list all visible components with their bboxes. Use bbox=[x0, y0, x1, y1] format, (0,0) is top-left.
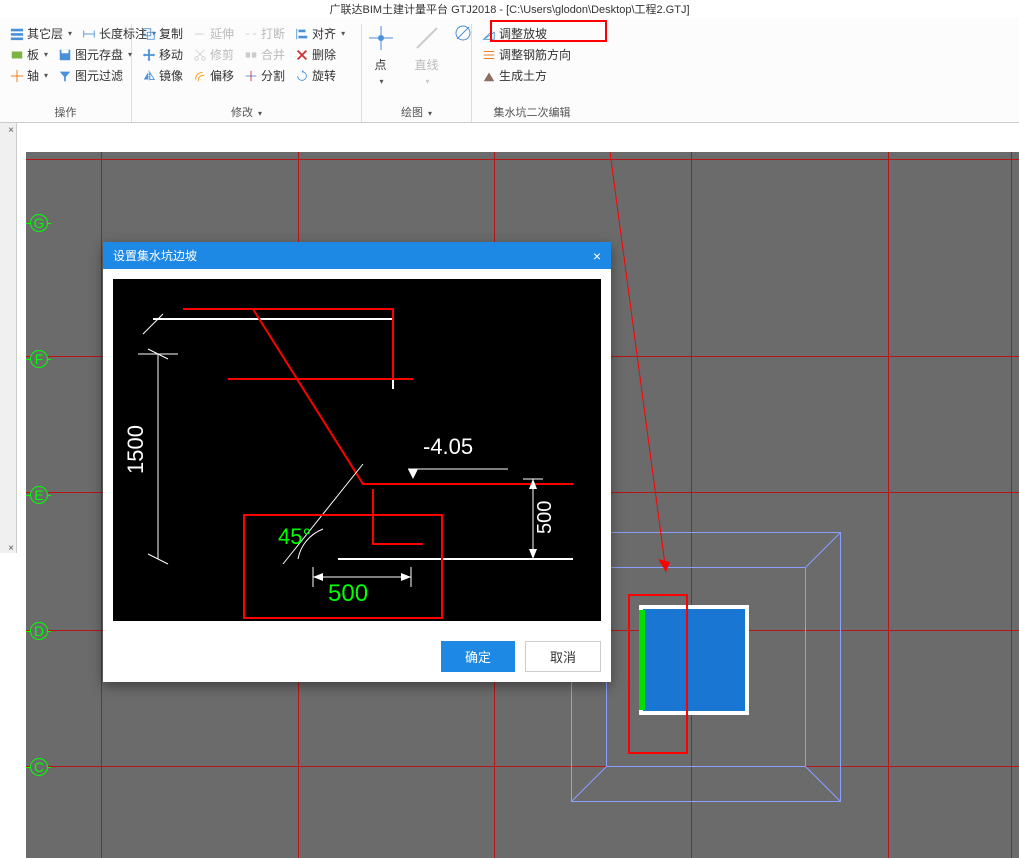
align-button[interactable]: 对齐▾ bbox=[293, 24, 347, 43]
elev-text: -4.05 bbox=[423, 434, 473, 459]
ok-button[interactable]: 确定 bbox=[441, 641, 515, 672]
trim-button: 修剪 bbox=[191, 45, 236, 64]
merge-button: 合并 bbox=[242, 45, 287, 64]
panel-close-icon-2[interactable]: × bbox=[8, 543, 14, 554]
axis-label-g: G bbox=[30, 214, 48, 232]
axis-label-f: F bbox=[30, 350, 48, 368]
axis-button[interactable]: 轴▾ bbox=[8, 66, 50, 85]
dialog-close-button[interactable]: × bbox=[593, 248, 601, 264]
panel-close-icon[interactable]: × bbox=[8, 125, 14, 136]
axis-label-e: E bbox=[30, 486, 48, 504]
window-title: 广联达BIM土建计量平台 GTJ2018 - [C:\Users\glodon\… bbox=[0, 0, 1019, 18]
break-button: 打断 bbox=[242, 24, 287, 43]
dim-500-v: 500 bbox=[534, 501, 556, 534]
highlight-dialog-values bbox=[243, 514, 443, 619]
ribbon-group-operate: 其它层▾ 长度标注▾ 板▾ 图元存盘▾ 轴▾ 图元过滤 操作 bbox=[0, 24, 132, 122]
filter-button[interactable]: 图元过滤 bbox=[56, 66, 125, 85]
point-button[interactable]: 点▾ bbox=[361, 24, 401, 86]
save-element-button[interactable]: 图元存盘▾ bbox=[56, 45, 134, 64]
copy-button[interactable]: 复制 bbox=[140, 24, 185, 43]
extend-button: 延伸 bbox=[191, 24, 236, 43]
other-floor-button[interactable]: 其它层▾ bbox=[8, 24, 74, 43]
ribbon-group-draw: 点▾ 直线▾ 绘图 ▾ bbox=[362, 24, 472, 122]
ribbon-group-modify: 复制 延伸 打断 对齐▾ 移动 修剪 合并 删除 镜像 偏移 分割 旋转 修改 … bbox=[132, 24, 362, 122]
left-panel-collapsed[interactable]: × × bbox=[0, 123, 17, 553]
axis-label-c: C bbox=[30, 758, 48, 776]
offset-button[interactable]: 偏移 bbox=[191, 66, 236, 85]
group-label-modify: 修改 ▾ bbox=[140, 102, 353, 120]
delete-button[interactable]: 删除 bbox=[293, 45, 338, 64]
dim-1500: 1500 bbox=[123, 425, 148, 474]
line-button: 直线▾ bbox=[407, 24, 447, 86]
group-label-pit: 集水坑二次编辑 bbox=[480, 102, 584, 120]
highlight-pit-edge bbox=[628, 594, 688, 754]
adjust-rebar-button[interactable]: 调整钢筋方向 bbox=[480, 45, 573, 64]
split-button[interactable]: 分割 bbox=[242, 66, 287, 85]
mirror-button[interactable]: 镜像 bbox=[140, 66, 185, 85]
group-label-draw: 绘图 ▾ bbox=[401, 102, 432, 120]
slab-button[interactable]: 板▾ bbox=[8, 45, 50, 64]
dialog-diagram: 1500 -4.05 500 45° 500 bbox=[113, 279, 601, 621]
group-label-operate: 操作 bbox=[8, 102, 123, 120]
gen-earthwork-button[interactable]: 生成土方 bbox=[480, 66, 549, 85]
dialog-title-text: 设置集水坑边坡 bbox=[113, 247, 197, 264]
highlight-adjust-slope bbox=[490, 20, 607, 42]
axis-label-d: D bbox=[30, 622, 48, 640]
more-draw-button[interactable] bbox=[453, 24, 473, 42]
dialog-titlebar[interactable]: 设置集水坑边坡 × bbox=[103, 242, 611, 269]
rotate-button[interactable]: 旋转 bbox=[293, 66, 338, 85]
ribbon: 其它层▾ 长度标注▾ 板▾ 图元存盘▾ 轴▾ 图元过滤 操作 复制 延伸 打断 … bbox=[0, 18, 1019, 123]
slope-dialog: 设置集水坑边坡 × bbox=[103, 242, 611, 682]
move-button[interactable]: 移动 bbox=[140, 45, 185, 64]
cancel-button[interactable]: 取消 bbox=[525, 641, 601, 672]
